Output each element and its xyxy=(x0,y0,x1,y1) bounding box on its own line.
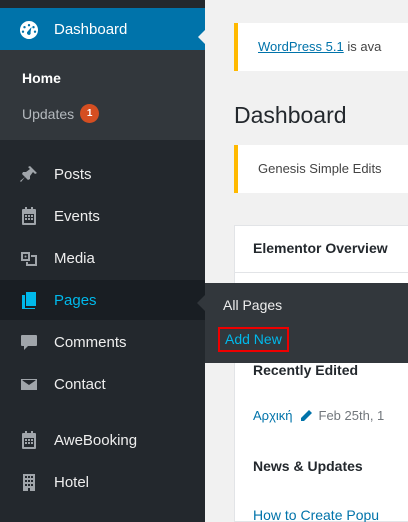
menu-item-pages[interactable]: Pages xyxy=(0,280,205,320)
submenu-home[interactable]: Home xyxy=(22,70,61,86)
flyout-add-new[interactable]: Add New xyxy=(218,327,289,352)
media-icon xyxy=(18,247,40,269)
news-link[interactable]: How to Create Popu xyxy=(253,507,379,522)
menu-label-contact: Contact xyxy=(54,375,106,393)
main-content: WordPress 5.1 is ava Dashboard Genesis S… xyxy=(205,0,408,522)
submenu-updates[interactable]: Updates 1 xyxy=(22,104,100,123)
menu-item-media[interactable]: Media xyxy=(0,238,205,278)
admin-sidebar: Dashboard Home Updates 1 Posts Events Me… xyxy=(0,0,206,522)
menu-item-dashboard[interactable]: Dashboard xyxy=(0,8,206,50)
menu-label-media: Media xyxy=(54,249,95,267)
pin-icon xyxy=(18,163,40,185)
panel-title[interactable]: Elementor Overview xyxy=(253,240,388,256)
menu-item-awebooking[interactable]: AweBooking xyxy=(0,420,205,460)
menu-item-hotel[interactable]: Hotel xyxy=(0,462,205,502)
menu-label-dashboard: Dashboard xyxy=(54,20,128,38)
calendar-icon xyxy=(18,205,40,227)
comment-icon xyxy=(18,331,40,353)
menu-item-comments[interactable]: Comments xyxy=(0,322,205,362)
updates-count-badge: 1 xyxy=(80,104,100,123)
menu-item-events[interactable]: Events xyxy=(0,196,205,236)
panel-divider xyxy=(235,272,408,273)
menu-label-awebooking: AweBooking xyxy=(54,431,138,449)
recently-edited-heading: Recently Edited xyxy=(253,362,359,378)
pencil-icon xyxy=(299,409,313,423)
recent-item-title[interactable]: Αρχική xyxy=(253,408,293,423)
menu-label-hotel: Hotel xyxy=(54,473,90,491)
page-title: Dashboard xyxy=(234,102,347,128)
update-notice-link[interactable]: WordPress 5.1 xyxy=(258,39,344,54)
recent-item-date: Feb 25th, 1 xyxy=(318,408,385,423)
submenu-updates-label: Updates xyxy=(22,105,75,122)
calendar-icon xyxy=(18,429,40,451)
menu-label-events: Events xyxy=(54,207,100,225)
pages-flyout-menu: All Pages Add New xyxy=(197,283,408,363)
elementor-overview-panel: Elementor Overview Recently Edited Αρχικ… xyxy=(234,225,408,522)
menu-label-posts: Posts xyxy=(54,165,92,183)
news-heading: News & Updates xyxy=(253,458,363,474)
dashboard-submenu: Home Updates 1 xyxy=(0,50,205,140)
menu-item-contact[interactable]: Contact xyxy=(0,364,205,404)
update-notice-text: is ava xyxy=(343,39,382,54)
menu-item-posts[interactable]: Posts xyxy=(0,154,205,194)
gauge-icon xyxy=(18,18,40,40)
recent-item[interactable]: Αρχική Feb 25th, 1 xyxy=(253,408,384,423)
menu-label-pages: Pages xyxy=(54,291,97,309)
flyout-all-pages[interactable]: All Pages xyxy=(223,297,282,313)
genesis-notice: Genesis Simple Edits xyxy=(234,145,408,193)
envelope-icon xyxy=(18,373,40,395)
update-notice: WordPress 5.1 is ava xyxy=(234,23,408,71)
pages-icon xyxy=(18,289,40,311)
building-icon xyxy=(18,471,40,493)
flyout-arrow xyxy=(197,295,205,311)
menu-label-comments: Comments xyxy=(54,333,127,351)
